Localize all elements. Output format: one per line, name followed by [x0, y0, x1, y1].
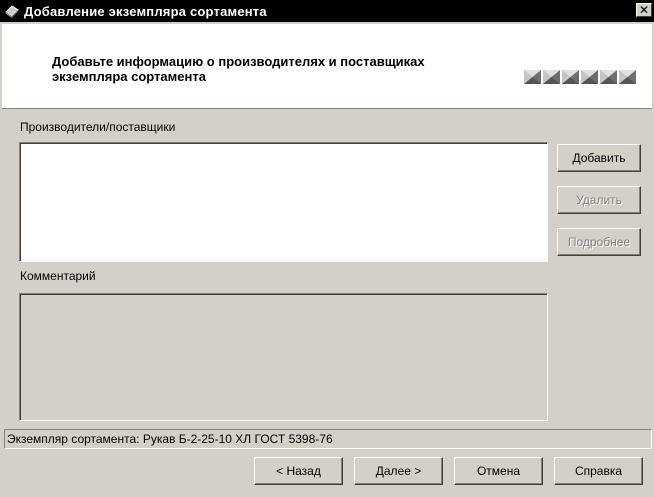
close-icon: ✕ [638, 3, 650, 17]
title-bar: Добавление экземпляра сортамента ✕ [0, 0, 654, 22]
wizard-header: Добавьте информацию о производителях и п… [2, 24, 652, 109]
comment-label: Комментарий [20, 269, 96, 283]
close-button[interactable]: ✕ [636, 3, 652, 17]
instruction-line-1: Добавьте информацию о производителях и п… [52, 54, 425, 69]
step-6-icon [619, 70, 636, 84]
producers-list[interactable] [19, 142, 548, 262]
wizard-instruction: Добавьте информацию о производителях и п… [52, 54, 502, 84]
details-button[interactable]: Подробнее [557, 228, 641, 256]
instruction-line-2: экземпляра сортамента [52, 69, 206, 84]
app-icon [5, 5, 19, 18]
add-button[interactable]: Добавить [557, 144, 641, 172]
back-button[interactable]: < Назад [254, 457, 343, 485]
step-indicator [524, 70, 636, 84]
step-3-icon [562, 70, 579, 84]
window-title: Добавление экземпляра сортамента [24, 3, 267, 19]
next-button[interactable]: Далее > [354, 457, 443, 485]
cancel-button[interactable]: Отмена [454, 457, 543, 485]
producers-label: Производители/поставщики [20, 120, 176, 134]
step-1-icon [524, 70, 541, 84]
comment-field[interactable] [19, 293, 548, 421]
status-bar: Экземпляр сортамента: Рукав Б-2-25-10 ХЛ… [4, 429, 652, 449]
help-button[interactable]: Справка [554, 457, 643, 485]
step-5-icon [600, 70, 617, 84]
step-4-icon [581, 70, 598, 84]
delete-button[interactable]: Удалить [557, 186, 641, 214]
step-2-icon [543, 70, 560, 84]
